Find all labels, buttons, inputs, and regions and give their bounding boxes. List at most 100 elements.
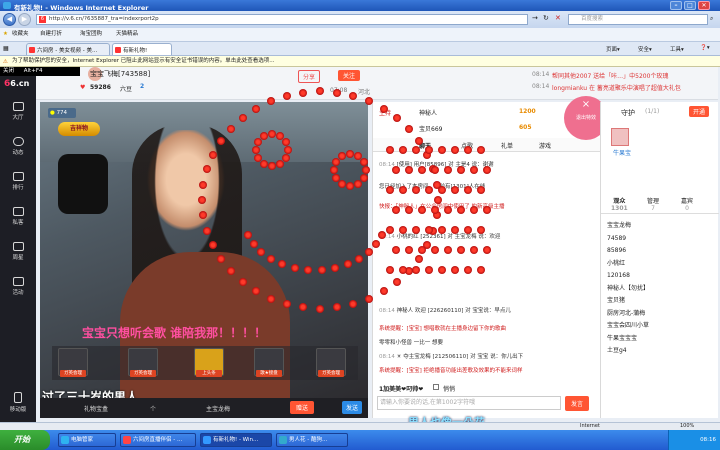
page-menu[interactable]: 页面▾ xyxy=(606,45,620,53)
zoom-level[interactable]: 100% xyxy=(680,423,694,429)
sidebar-item-feed[interactable]: 动态 xyxy=(0,137,36,156)
list-item[interactable]: 74589 xyxy=(607,233,649,246)
tools-menu[interactable]: 工具▾ xyxy=(670,45,684,53)
fav-item[interactable]: 自建打折 xyxy=(40,28,62,41)
list-item[interactable]: 小桃红 xyxy=(607,258,649,271)
fav-item[interactable]: 天猫精品 xyxy=(116,28,138,41)
security-infobar[interactable]: ⚠ 为了帮助保护您的安全，Internet Explorer 已阻止此网站显示有… xyxy=(0,56,720,67)
tab-songs[interactable]: 点歌 xyxy=(461,141,473,150)
refresh-button[interactable]: ↻ xyxy=(543,14,549,22)
zone-text: Internet xyxy=(580,423,600,429)
list-item[interactable]: 120168 xyxy=(607,270,649,283)
list-item[interactable]: 牛果宝宝宝 xyxy=(607,333,649,346)
tab-guests[interactable]: 嘉宾 0 xyxy=(681,196,693,212)
sidebar-item-weekly[interactable]: 周星 xyxy=(0,242,36,261)
gift-item[interactable]: ガ英会理 xyxy=(58,348,88,377)
start-button[interactable]: 开始 xyxy=(0,430,50,450)
taskbar-item[interactable]: 电脑管家 xyxy=(58,433,116,447)
fans-count: 59286 xyxy=(90,84,111,91)
follow-button[interactable]: 关注 xyxy=(338,70,361,81)
sidebar-item-private[interactable]: 私客 xyxy=(0,207,36,226)
chat-bold-toggle[interactable]: 1加美美❤叼帅❤ xyxy=(379,384,423,393)
address-toolbar: ◀ ▶ 6 http://v.6.cn/?635887_tra=indexrpo… xyxy=(0,11,720,28)
list-item[interactable]: 85896 xyxy=(607,245,649,258)
sidebar-label: 大厅 xyxy=(12,115,24,121)
list-item[interactable]: 神秘人【勿扰】 xyxy=(607,283,649,296)
site-logo[interactable]: 66.cn xyxy=(0,76,36,92)
host-row-score: 1200 xyxy=(519,108,536,115)
send-gift-button[interactable]: 发送 xyxy=(342,401,363,414)
chat-send-button[interactable]: 发言 xyxy=(565,396,590,411)
chat-message: 您已经加入了本房间，当前有[1301]人在线 xyxy=(379,182,485,190)
sidebar-item-mobile[interactable]: 移动版 xyxy=(0,392,36,413)
search-input[interactable]: 百度搜索 xyxy=(568,14,708,25)
recipient-select[interactable]: 主宝龙梅 xyxy=(206,404,230,413)
whisper-checkbox[interactable] xyxy=(433,384,439,390)
list-item[interactable]: 厨房河北-蒲梅 xyxy=(607,308,649,321)
list-item[interactable]: 宝宝龙梅 xyxy=(607,220,649,233)
start-label: 开始 xyxy=(14,435,30,444)
gift-box-label[interactable]: 礼物宝盒 xyxy=(84,404,108,413)
list-item[interactable]: 宝贝猪 xyxy=(607,295,649,308)
tab-new-gift[interactable]: 有新礼物! xyxy=(112,43,172,55)
url-field[interactable]: 6 http://v.6.cn/?635887_tra=indexrport2p xyxy=(36,14,528,25)
minimize-button[interactable]: – xyxy=(670,1,682,10)
sidebar-label: 活动 xyxy=(12,290,24,296)
sidebar-item-events[interactable]: 活动 xyxy=(0,277,36,296)
search-icon[interactable]: ⌕ xyxy=(710,15,713,23)
chat-text: 快报：「神秘人」在公会房间中使用了 的新高级主播 xyxy=(379,204,505,210)
host-label: 主持 xyxy=(379,110,392,117)
site-favicon-icon: 6 xyxy=(39,16,46,23)
gift-item[interactable]: ガ英会理 xyxy=(316,348,346,377)
close-window-button[interactable]: ✕ xyxy=(698,1,710,10)
taskbar-item[interactable]: 男人花 - 酷狗... xyxy=(276,433,348,447)
give-button[interactable]: 赠送 xyxy=(290,401,315,414)
location-text: 河北 xyxy=(358,89,371,96)
gift-item[interactable]: 上头条 xyxy=(194,348,224,377)
tab-chat[interactable]: 聊天 xyxy=(419,141,431,150)
favorites-label[interactable]: 收藏夹 xyxy=(12,28,29,41)
back-button[interactable]: ◀ xyxy=(3,13,16,26)
share-button[interactable]: 分享 xyxy=(298,70,321,83)
forward-button[interactable]: ▶ xyxy=(18,13,31,26)
app-icon xyxy=(279,436,287,444)
stop-button[interactable]: ✕ xyxy=(555,14,561,22)
chat-input[interactable]: 请输入你要说的话,在第1002字符哦 xyxy=(377,396,561,410)
maximize-button[interactable]: □ xyxy=(684,1,696,10)
help-menu[interactable]: ❓▾ xyxy=(700,45,710,51)
tab-games[interactable]: 游戏 xyxy=(539,141,551,150)
user-icon xyxy=(12,207,24,216)
guard-avatar[interactable] xyxy=(611,128,629,146)
host-row-name: 神秘人 xyxy=(419,110,438,117)
go-button[interactable]: → xyxy=(532,14,538,22)
chat-time: 08:14 xyxy=(379,308,395,314)
list-item[interactable]: 土豆g4 xyxy=(607,345,649,358)
gift-item[interactable]: ガ英会理 xyxy=(128,348,158,377)
tab-label: 嘉宾 xyxy=(681,198,694,205)
gift-label: 上头条 xyxy=(196,370,222,377)
sidebar-item-hall[interactable]: 大厅 xyxy=(0,102,36,121)
taskbar-item[interactable]: 有新礼物! - Win... xyxy=(200,433,272,447)
chat-message: 快报：「神秘人」在公会房间中使用了 的新高级主播 xyxy=(379,202,505,210)
chat-time: 08:14 xyxy=(379,234,395,240)
open-guard-button[interactable]: 开通 xyxy=(689,106,710,117)
chat-text: 系统提醒：[宝宝] 拒绝播音功能出差歌及效果的不能来词样 xyxy=(379,368,523,374)
gift-label: ガ英会理 xyxy=(60,370,86,377)
gift-item[interactable]: 歌★接盘 xyxy=(254,348,284,377)
quick-tabs-icon[interactable]: ▦ xyxy=(3,45,9,52)
status-bar: Internet 100% xyxy=(0,422,720,430)
safety-menu[interactable]: 安全▾ xyxy=(638,45,652,53)
clock[interactable]: 08:16 xyxy=(700,437,716,443)
tab-admins[interactable]: 管理 7 xyxy=(647,196,659,212)
tab-gift-list[interactable]: 礼单 xyxy=(501,141,513,150)
app-icon xyxy=(61,436,69,444)
sidebar-item-rank[interactable]: 排行 xyxy=(0,172,36,191)
tab-liujianfang[interactable]: 六间房 - 美女视频 - 美... xyxy=(26,43,110,55)
tab-label: 观众 xyxy=(613,198,626,205)
tab-audience[interactable]: 观众 1301 xyxy=(611,196,628,212)
fav-item[interactable]: 淘宝团购 xyxy=(80,28,102,41)
list-item[interactable]: 宝宝会四川小草 xyxy=(607,320,649,333)
taskbar-item[interactable]: 六间房直播伴侣 - ... xyxy=(120,433,196,447)
time-text: 07:08 xyxy=(330,87,348,94)
count-label[interactable]: 个 xyxy=(150,404,156,413)
